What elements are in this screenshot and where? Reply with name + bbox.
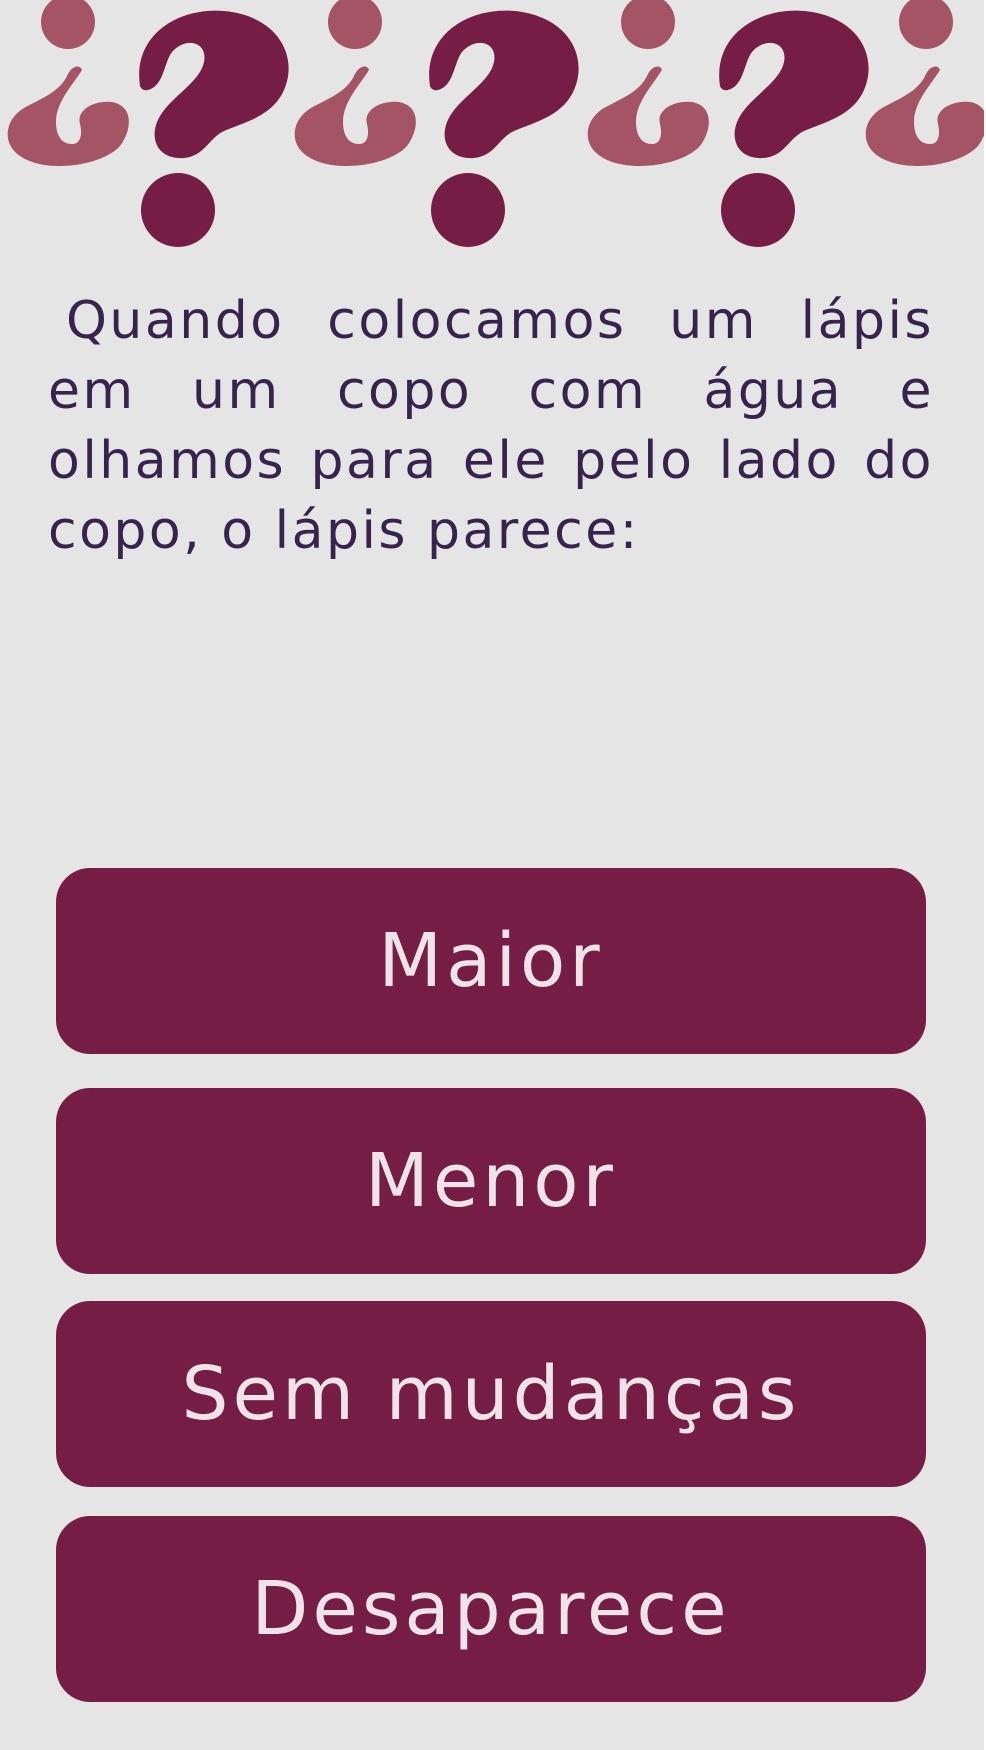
question-mark-icon [719, 10, 869, 247]
quiz-screen: Quando colocamos um lápis em um copo com… [0, 0, 984, 1750]
answer-button-desaparece[interactable]: Desaparece [56, 1516, 926, 1702]
answer-button-maior[interactable]: Maior [56, 868, 926, 1054]
inverted-question-mark-icon [294, 0, 416, 167]
inverted-question-mark-icon [587, 0, 709, 167]
answer-button-menor[interactable]: Menor [56, 1088, 926, 1274]
inverted-question-mark-icon [7, 0, 129, 167]
inverted-question-mark-icon [865, 0, 984, 167]
question-mark-icon [139, 10, 289, 247]
question-text: Quando colocamos um lápis em um copo com… [48, 291, 934, 561]
question-marks-banner [7, 0, 984, 247]
answer-button-sem-mudancas[interactable]: Sem mudanças [56, 1301, 926, 1487]
question-mark-icon [429, 10, 579, 247]
